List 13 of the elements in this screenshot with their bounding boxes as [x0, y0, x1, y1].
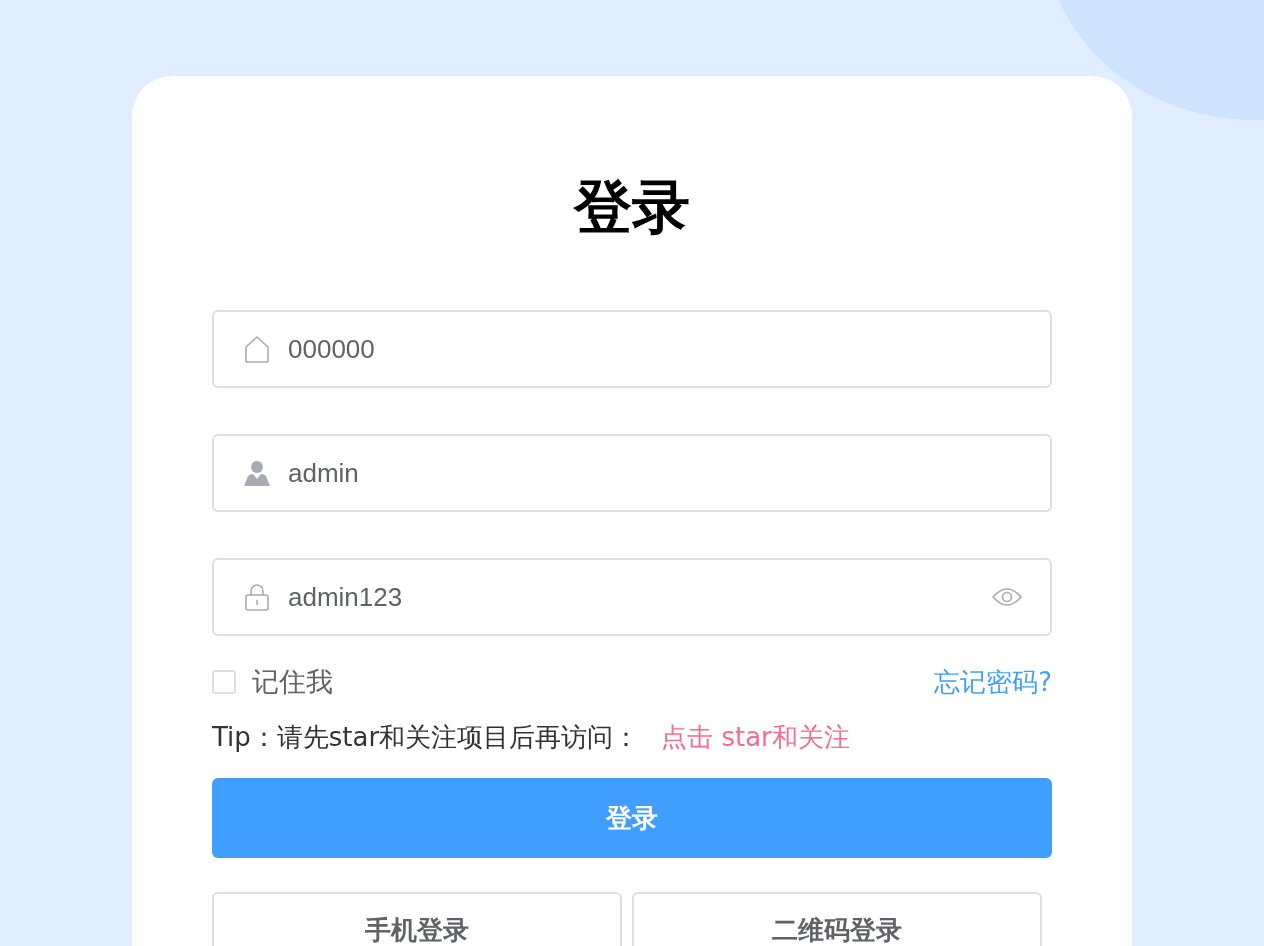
house-icon: [244, 335, 270, 363]
input-field[interactable]: 000000: [212, 310, 1052, 388]
alt-login-button[interactable]: 手机登录: [212, 892, 622, 946]
user-icon: [244, 459, 270, 487]
tip-text: Tip：请先star和关注项目后再访问：: [212, 720, 640, 754]
login-title: 登录: [572, 172, 691, 243]
alt-login-button[interactable]: 二维码登录: [632, 892, 1042, 946]
eye-icon[interactable]: [992, 587, 1022, 607]
lock-icon: [244, 583, 270, 611]
input-field[interactable]: admin123: [212, 558, 1052, 636]
remember-label: 记住我: [252, 665, 333, 699]
remember-checkbox[interactable]: [212, 670, 236, 694]
input-field[interactable]: admin: [212, 434, 1052, 512]
